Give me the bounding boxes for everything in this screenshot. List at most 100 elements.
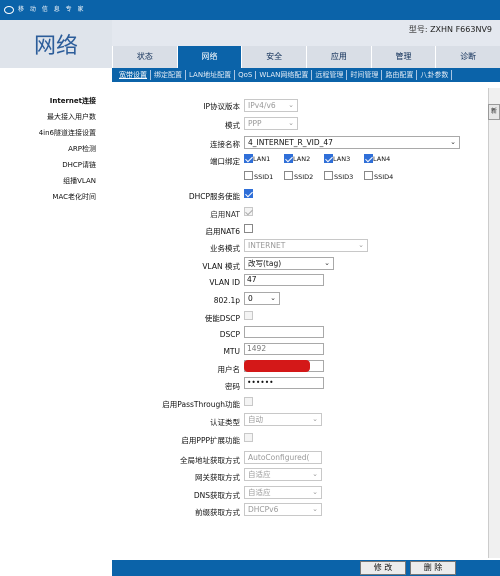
right-panel-strip <box>488 88 500 558</box>
nat-checkbox[interactable] <box>244 207 253 216</box>
chevron-down-icon: ⌄ <box>312 415 318 423</box>
model-value: ZXHN F663NV9 <box>430 25 492 34</box>
conn-name-select[interactable]: 4_INTERNET_R_VID_47 ⌄ <box>244 136 460 149</box>
lan1-label: LAN1 <box>253 155 271 163</box>
vlan-mode-value: 改写(tag) <box>248 259 282 268</box>
dhcp-enable-checkbox[interactable] <box>244 189 253 198</box>
sidebar-item-multicast-vlan[interactable]: 组播VLAN <box>63 176 96 186</box>
chevron-down-icon: ⌄ <box>358 241 364 249</box>
prefix-select[interactable]: DHCPv6 ⌄ <box>244 503 322 516</box>
mtu-label: MTU <box>223 347 240 356</box>
gateway-select[interactable]: 自适应 ⌄ <box>244 468 322 481</box>
tab-diagnosis[interactable]: 诊断 <box>435 46 500 68</box>
model-info: 型号: ZXHN F663NV9 <box>409 24 492 35</box>
lan4-checkbox[interactable] <box>364 154 373 163</box>
tab-security[interactable]: 安全 <box>241 46 307 68</box>
dns-select[interactable]: 自适应 ⌄ <box>244 486 322 499</box>
ip-version-label: IP协议版本 <box>203 102 240 111</box>
ip-version-value: IPv4/v6 <box>248 101 276 110</box>
passthrough-checkbox[interactable] <box>244 397 253 406</box>
service-mode-select[interactable]: INTERNET ⌄ <box>244 239 368 252</box>
subnav-remote[interactable]: 远程管理 <box>312 70 348 80</box>
dns-label: DNS获取方式 <box>193 491 240 500</box>
auth-type-value: 自动 <box>248 415 263 424</box>
vlan-id-input[interactable]: 47 <box>244 274 324 286</box>
vlan-mode-select[interactable]: 改写(tag) ⌄ <box>244 257 334 270</box>
dscp-label: DSCP <box>219 330 240 339</box>
top-brand-bar: 移 动 信 息 专 家 <box>0 0 500 20</box>
brand-logo-icon <box>4 5 14 14</box>
password-input[interactable]: •••••• <box>244 377 324 389</box>
nat-label: 启用NAT <box>210 210 240 219</box>
ssid1-checkbox[interactable] <box>244 171 253 180</box>
nat6-label: 启用NAT6 <box>205 227 240 236</box>
tab-status[interactable]: 状态 <box>112 46 177 68</box>
dns-value: 自适应 <box>248 488 271 497</box>
global-addr-label: 全局地址获取方式 <box>180 456 240 465</box>
sidebar-item-max-users[interactable]: 最大接入用户数 <box>47 112 96 122</box>
page-section-title: 网络 <box>0 20 112 68</box>
brand: 移 动 信 息 专 家 <box>4 0 86 20</box>
chevron-down-icon: ⌄ <box>312 488 318 496</box>
sidebar-item-dhcp[interactable]: DHCP请链 <box>62 160 96 170</box>
ssid3-checkbox[interactable] <box>324 171 333 180</box>
chevron-down-icon: ⌄ <box>324 259 330 267</box>
delete-button[interactable]: 删 除 <box>410 561 456 575</box>
subnav-broadband[interactable]: 宽带设置 <box>116 70 151 80</box>
right-new-button[interactable]: 新 <box>488 104 500 120</box>
main-tabs: 状态 网络 安全 应用 管理 诊断 <box>112 46 500 68</box>
ssid4-checkbox[interactable] <box>364 171 373 180</box>
mode-value: PPP <box>248 119 262 128</box>
tab-management[interactable]: 管理 <box>370 46 436 68</box>
password-label: 密码 <box>225 382 240 391</box>
global-addr-select[interactable]: AutoConfigured( <box>244 451 322 464</box>
prefix-value: DHCPv6 <box>248 505 279 514</box>
sidebar-item-internet[interactable]: Internet连接 <box>50 96 96 106</box>
subnav-binding[interactable]: 绑定配置 <box>151 70 186 80</box>
conn-name-value: 4_INTERNET_R_VID_47 <box>248 138 333 147</box>
chevron-down-icon: ⌄ <box>450 138 456 146</box>
gateway-value: 自适应 <box>248 470 271 479</box>
redaction-mark <box>244 360 310 372</box>
lan3-checkbox[interactable] <box>324 154 333 163</box>
ip-version-select[interactable]: IPv4/v6 ⌄ <box>244 99 298 112</box>
lan2-label: LAN2 <box>293 155 311 163</box>
mode-select[interactable]: PPP ⌄ <box>244 117 298 130</box>
lan1-checkbox[interactable] <box>244 154 253 163</box>
chevron-down-icon: ⌄ <box>270 294 276 302</box>
bottom-left-spacer <box>0 560 112 576</box>
nat6-checkbox[interactable] <box>244 224 253 233</box>
subnav-other[interactable]: 八卦参数 <box>417 70 453 80</box>
lan2-checkbox[interactable] <box>284 154 293 163</box>
dot1p-select[interactable]: 0 ⌄ <box>244 292 280 305</box>
chevron-down-icon: ⌄ <box>288 119 294 127</box>
chevron-down-icon: ⌄ <box>312 505 318 513</box>
vlan-id-label: VLAN ID <box>209 278 240 287</box>
service-mode-label: 业务模式 <box>210 244 240 253</box>
subnav-time[interactable]: 时间管理 <box>347 70 383 80</box>
sidebar-item-mac-aging[interactable]: MAC老化时间 <box>52 192 96 202</box>
tab-application[interactable]: 应用 <box>306 46 371 68</box>
chevron-down-icon: ⌄ <box>312 470 318 478</box>
auth-type-select[interactable]: 自动 ⌄ <box>244 413 322 426</box>
sidebar-item-4in6[interactable]: 4in6隧道连接设置 <box>39 128 96 138</box>
brand-slogan: 移 动 信 息 专 家 <box>18 6 86 13</box>
ssid2-checkbox[interactable] <box>284 171 293 180</box>
ppp-ext-checkbox[interactable] <box>244 433 253 442</box>
dscp-enable-checkbox[interactable] <box>244 311 253 320</box>
subnav-wlan[interactable]: WLAN网络配置 <box>256 70 313 80</box>
modify-button[interactable]: 修 改 <box>360 561 406 575</box>
vlan-mode-label: VLAN 模式 <box>202 262 240 271</box>
sidebar-item-arp[interactable]: ARP检测 <box>68 144 96 154</box>
tab-network[interactable]: 网络 <box>176 46 242 68</box>
sidebar: Internet连接 最大接入用户数 4in6隧道连接设置 ARP检测 DHCP… <box>0 82 112 576</box>
subnav-route[interactable]: 路由配置 <box>382 70 418 80</box>
model-label: 型号: <box>408 25 428 34</box>
dscp-input[interactable] <box>244 326 324 338</box>
username-label: 用户名 <box>217 365 241 374</box>
subnav-lan-address[interactable]: LAN地址配置 <box>186 70 236 80</box>
subnav-qos[interactable]: QoS <box>235 71 257 79</box>
mtu-input[interactable]: 1492 <box>244 343 324 355</box>
port-binding-label: 端口绑定 <box>210 157 240 166</box>
dhcp-enable-label: DHCP服务使能 <box>188 192 240 201</box>
